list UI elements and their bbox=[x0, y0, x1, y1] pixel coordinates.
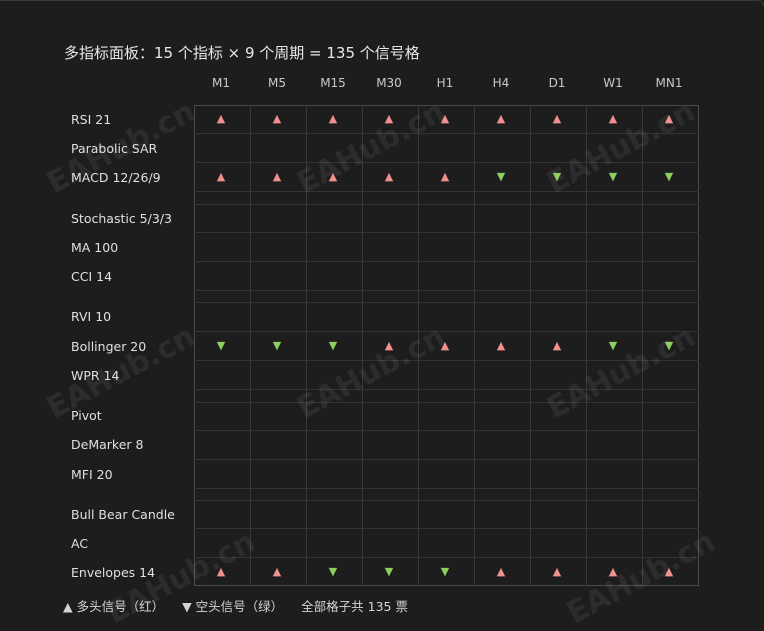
indicator-label: DeMarker 8 bbox=[71, 437, 144, 452]
grid-hline bbox=[194, 459, 699, 460]
grid-hline bbox=[194, 402, 699, 403]
bear-signal-icon: ▼ bbox=[608, 170, 618, 183]
period-header-h1: H1 bbox=[436, 76, 454, 90]
bull-signal-icon: ▲ bbox=[440, 112, 450, 125]
bear-signal-icon: ▼ bbox=[384, 565, 394, 578]
bull-signal-icon: ▲ bbox=[216, 170, 226, 183]
period-header-m1: M1 bbox=[212, 76, 230, 90]
bull-signal-icon: ▲ bbox=[216, 112, 226, 125]
indicator-label: RSI 21 bbox=[71, 112, 112, 127]
grid-hline bbox=[194, 389, 699, 390]
grid-hline bbox=[194, 331, 699, 332]
bear-signal-icon: ▼ bbox=[664, 170, 674, 183]
bull-signal-icon: ▲ bbox=[552, 339, 562, 352]
indicator-label: Bollinger 20 bbox=[71, 339, 147, 354]
bull-signal-icon: ▲ bbox=[664, 565, 674, 578]
period-header-m5: M5 bbox=[268, 76, 286, 90]
bull-signal-icon: ▲ bbox=[608, 565, 618, 578]
bull-signal-icon: ▲ bbox=[272, 565, 282, 578]
grid-hline bbox=[194, 500, 699, 501]
period-header-mn1: MN1 bbox=[655, 76, 683, 90]
indicator-label: Pivot bbox=[71, 408, 102, 423]
grid-hline bbox=[194, 488, 699, 489]
bear-signal-icon: ▼ bbox=[552, 170, 562, 183]
indicator-label: Envelopes 14 bbox=[71, 565, 156, 580]
indicator-label: AC bbox=[71, 536, 89, 551]
panel-border bbox=[0, 0, 764, 6]
grid-hline bbox=[194, 162, 699, 163]
bull-signal-icon: ▲ bbox=[496, 565, 506, 578]
bull-signal-icon: ▲ bbox=[440, 339, 450, 352]
indicator-label: Parabolic SAR bbox=[71, 141, 158, 156]
grid-hline bbox=[194, 528, 699, 529]
indicator-label: CCI 14 bbox=[71, 269, 113, 284]
bull-signal-icon: ▲ bbox=[384, 339, 394, 352]
bull-signal-icon: ▲ bbox=[328, 112, 338, 125]
grid-hline bbox=[194, 290, 699, 291]
bull-signal-icon: ▲ bbox=[384, 170, 394, 183]
indicator-label: Stochastic 5/3/3 bbox=[71, 211, 172, 226]
period-header-d1: D1 bbox=[548, 76, 566, 90]
bull-signal-icon: ▲ bbox=[552, 565, 562, 578]
legend-bull: ▲ 多头信号（红） bbox=[63, 599, 165, 614]
bear-signal-icon: ▼ bbox=[440, 565, 450, 578]
bull-signal-icon: ▲ bbox=[496, 112, 506, 125]
indicator-label: RVI 10 bbox=[71, 309, 112, 324]
bear-signal-icon: ▼ bbox=[272, 339, 282, 352]
bull-signal-icon: ▲ bbox=[328, 170, 338, 183]
period-header-m15: M15 bbox=[320, 76, 346, 90]
bull-signal-icon: ▲ bbox=[440, 170, 450, 183]
bear-signal-icon: ▼ bbox=[328, 339, 338, 352]
indicator-label: WPR 14 bbox=[71, 368, 120, 383]
period-header-w1: W1 bbox=[603, 76, 623, 90]
bear-signal-icon: ▼ bbox=[496, 170, 506, 183]
grid-hline bbox=[194, 232, 699, 233]
grid-hline bbox=[194, 430, 699, 431]
bull-signal-icon: ▲ bbox=[608, 112, 618, 125]
grid-hline bbox=[194, 204, 699, 205]
legend-bear: ▼ 空头信号（绿） bbox=[182, 599, 284, 614]
grid-hline bbox=[194, 261, 699, 262]
bear-signal-icon: ▼ bbox=[664, 339, 674, 352]
indicator-label: MFI 20 bbox=[71, 467, 113, 482]
bull-signal-icon: ▲ bbox=[216, 565, 226, 578]
bull-signal-icon: ▲ bbox=[496, 339, 506, 352]
indicator-label: MACD 12/26/9 bbox=[71, 170, 161, 185]
bull-signal-icon: ▲ bbox=[384, 112, 394, 125]
grid-hline bbox=[194, 191, 699, 192]
grid-hline bbox=[194, 360, 699, 361]
bull-signal-icon: ▲ bbox=[272, 112, 282, 125]
grid-hline bbox=[194, 557, 699, 558]
bear-signal-icon: ▼ bbox=[328, 565, 338, 578]
bear-signal-icon: ▼ bbox=[216, 339, 226, 352]
bull-signal-icon: ▲ bbox=[552, 112, 562, 125]
panel-title: 多指标面板：15 个指标 × 9 个周期 = 135 个信号格 bbox=[64, 44, 420, 62]
grid-hline bbox=[194, 133, 699, 134]
period-header-h4: H4 bbox=[492, 76, 510, 90]
legend-total: 全部格子共 135 票 bbox=[301, 599, 408, 614]
bear-signal-icon: ▼ bbox=[608, 339, 618, 352]
legend: ▲ 多头信号（红） ▼ 空头信号（绿） 全部格子共 135 票 bbox=[63, 596, 422, 615]
bull-signal-icon: ▲ bbox=[272, 170, 282, 183]
indicator-label: MA 100 bbox=[71, 240, 119, 255]
indicator-label: Bull Bear Candle bbox=[71, 507, 175, 522]
bull-signal-icon: ▲ bbox=[664, 112, 674, 125]
grid-hline bbox=[194, 302, 699, 303]
period-header-m30: M30 bbox=[376, 76, 402, 90]
